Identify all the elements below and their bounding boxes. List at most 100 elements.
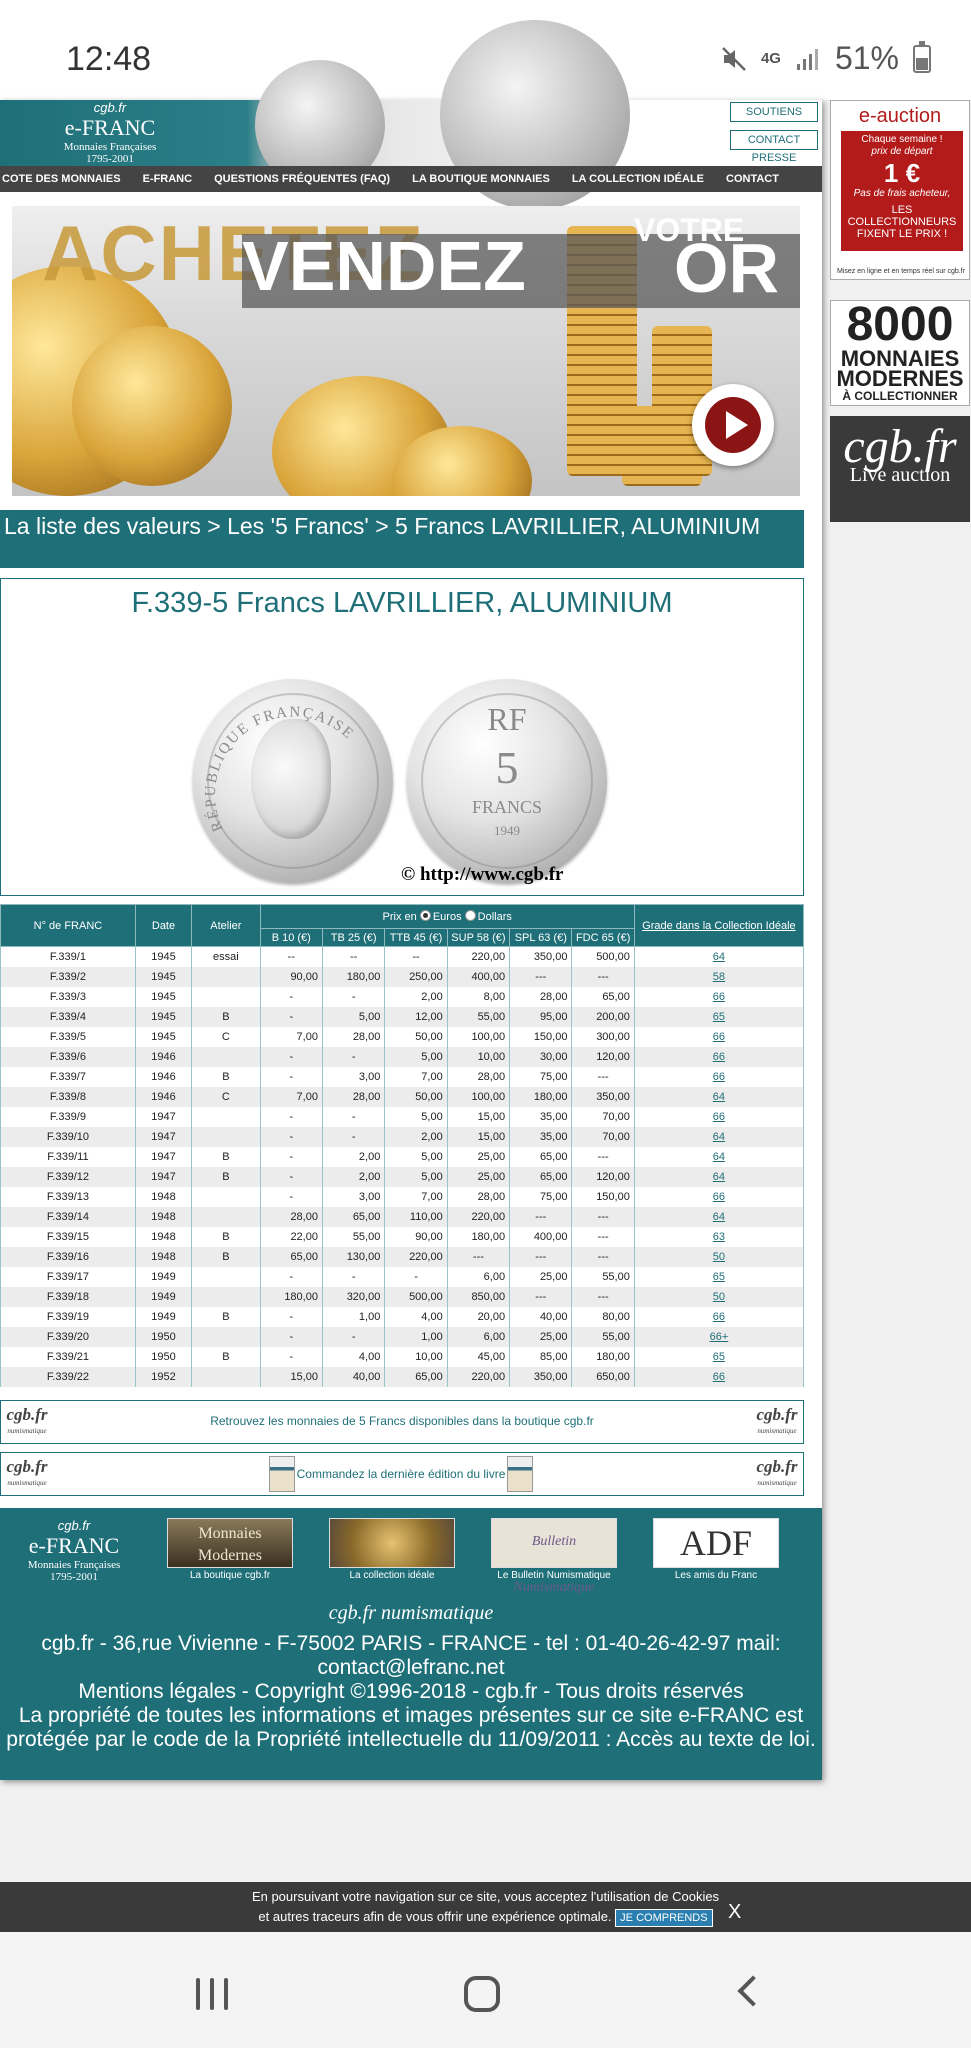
cell-price: 180,00 xyxy=(509,1086,573,1107)
dollars-label[interactable]: Dollars xyxy=(478,911,512,923)
cell-price: 3,00 xyxy=(321,1186,386,1207)
cell-atelier xyxy=(191,1266,261,1287)
col-grade[interactable]: Grade dans la Collection Idéale xyxy=(633,904,805,947)
cell-price: 5,00 xyxy=(321,1006,386,1027)
cell-atelier: B xyxy=(191,1166,261,1187)
grade-link[interactable]: 65 xyxy=(713,1011,725,1023)
footer-logo[interactable]: cgb.fr e-FRANC Monnaies Françaises 1795-… xyxy=(14,1518,134,1583)
home-icon[interactable] xyxy=(464,1976,500,2012)
grade-link[interactable]: 65 xyxy=(713,1351,725,1363)
grade-link[interactable]: 66+ xyxy=(710,1331,729,1343)
cell-price: --- xyxy=(509,1246,573,1267)
grade-link[interactable]: 66 xyxy=(713,1031,725,1043)
monnaies-modernes-logo: Monnaies Modernes xyxy=(167,1518,293,1568)
grade-link[interactable]: 64 xyxy=(713,1151,725,1163)
reverse-value: 5 xyxy=(495,742,519,793)
cell-price: 220,00 xyxy=(446,1206,511,1227)
cell-atelier: C xyxy=(191,1026,261,1047)
cell-date: 1945 xyxy=(134,946,193,967)
table-row: F.339/3 1945- -2,00 8,00 28,00 65,00 66 xyxy=(0,986,805,1007)
dollars-radio[interactable] xyxy=(464,910,476,921)
monnaies-modernes-ad[interactable]: 8000 MONNAIES MODERNES À COLLECTIONNER xyxy=(830,300,970,406)
cell-atelier xyxy=(191,1366,261,1387)
footer-copyright[interactable]: Mentions légales - Copyright ©1996-2018 … xyxy=(0,1680,822,1704)
cookie-accept-button[interactable]: JE COMPRENDS xyxy=(615,1909,713,1927)
cell-grade: 64 xyxy=(633,1166,805,1187)
footer-amis[interactable]: ADF Les amis du Franc xyxy=(653,1518,779,1581)
live-auction-ad[interactable]: cgb.fr Live auction xyxy=(830,416,970,522)
grade-link[interactable]: 64 xyxy=(713,1171,725,1183)
footer-boutique[interactable]: Monnaies Modernes La boutique cgb.fr xyxy=(167,1518,293,1581)
grade-link[interactable]: 64 xyxy=(713,951,725,963)
cell-price: 350,00 xyxy=(509,1366,573,1387)
cgb-logo: cgb.fr numismatique xyxy=(756,1457,798,1487)
nav-boutique-monnaies[interactable]: LA BOUTIQUE MONNAIES xyxy=(412,173,550,185)
cell-price: 25,00 xyxy=(446,1146,511,1167)
nav-cote-des-monnaies[interactable]: COTE DES MONNAIES xyxy=(2,173,121,185)
web-page: cgb.fr e-FRANC Monnaies Françaises 1795-… xyxy=(0,20,822,1780)
boutique-info-box[interactable]: cgb.fr numismatique Retrouvez les monnaie… xyxy=(0,1400,804,1444)
grade-link[interactable]: 50 xyxy=(713,1251,725,1263)
grade-link[interactable]: 64 xyxy=(713,1211,725,1223)
grade-link[interactable]: 66 xyxy=(713,1191,725,1203)
livre-info-box[interactable]: cgb.fr numismatique Commandez la dernière… xyxy=(0,1452,804,1496)
livre-link[interactable]: Commandez la dernière édition du livre xyxy=(297,1467,506,1481)
eauction-title: e-auction xyxy=(858,105,942,127)
boutique-link[interactable]: Retrouvez les monnaies de 5 Francs dispo… xyxy=(1,1414,803,1428)
footer-legal[interactable]: La propriété de toutes les informations … xyxy=(0,1704,822,1752)
cell-price: -- xyxy=(384,946,448,967)
eauction-ad[interactable]: e-auction Chaque semaine ! prix de dépar… xyxy=(830,100,970,280)
grade-link[interactable]: 50 xyxy=(713,1291,725,1303)
table-row: F.339/17 1949- - -6,00 25,00 55,00 65 xyxy=(0,1266,805,1287)
coin-reverse-image[interactable]: RF 5 FRANCS 1949 xyxy=(407,679,607,883)
grade-link[interactable]: 65 xyxy=(713,1271,725,1283)
cell-price: 5,00 xyxy=(384,1146,448,1167)
grade-link[interactable]: 58 xyxy=(713,971,725,983)
euros-radio[interactable] xyxy=(419,910,431,921)
footer-contact[interactable]: cgb.fr - 36,rue Vivienne - F-75002 PARIS… xyxy=(0,1632,822,1680)
cell-price: - xyxy=(259,1126,323,1147)
cookie-close-button[interactable]: X xyxy=(728,1902,741,1922)
eauction-price: 1 € xyxy=(883,158,921,188)
cell-atelier: B xyxy=(191,1346,261,1367)
coin-obverse-image[interactable]: RÉPUBLIQUE FRANÇAISE xyxy=(193,679,393,883)
grade-link[interactable]: 66 xyxy=(713,1071,725,1083)
nav-contact[interactable]: CONTACT xyxy=(726,173,779,185)
cell-price: 4,00 xyxy=(384,1306,448,1327)
nav-collection-ideale[interactable]: LA COLLECTION IDÉALE xyxy=(572,173,704,185)
back-icon[interactable] xyxy=(737,1975,769,2007)
cell-date: 1948 xyxy=(134,1226,193,1247)
nav-faq[interactable]: QUESTIONS FRÉQUENTES (FAQ) xyxy=(214,173,390,185)
col-num: N° de FRANC xyxy=(0,904,136,947)
grade-link[interactable]: 66 xyxy=(713,991,725,1003)
grade-link[interactable]: 63 xyxy=(713,1231,725,1243)
recent-apps-icon[interactable] xyxy=(196,1978,230,2010)
table-row: F.339/14 1948 28,00 65,00 110,00 220,00 --- ---… xyxy=(0,1206,805,1227)
grade-link[interactable]: 64 xyxy=(713,1091,725,1103)
breadcrumb[interactable]: La liste des valeurs > Les '5 Francs' > … xyxy=(0,510,804,568)
cell-num: F.339/4 xyxy=(0,1006,136,1027)
logo-years: 1795-2001 xyxy=(86,153,134,165)
cell-price: 25,00 xyxy=(509,1266,573,1287)
grade-link[interactable]: 64 xyxy=(713,1131,725,1143)
grade-header-link[interactable]: Grade dans la Collection Idéale xyxy=(642,920,795,932)
grade-link[interactable]: 66 xyxy=(713,1371,725,1383)
footer-item-label: Les amis du Franc xyxy=(674,1570,758,1581)
grade-link[interactable]: 66 xyxy=(713,1051,725,1063)
bulletin-logo: Bulletin Numismatique xyxy=(491,1518,617,1595)
grade-link[interactable]: 66 xyxy=(713,1111,725,1123)
site-logo[interactable]: cgb.fr e-FRANC Monnaies Françaises 1795-… xyxy=(40,100,180,166)
contact-presse-button[interactable]: CONTACT PRESSE xyxy=(730,130,818,164)
cell-price: 3,00 xyxy=(321,1066,386,1087)
cell-grade: 66 xyxy=(633,1366,805,1387)
play-video-icon[interactable] xyxy=(692,384,774,466)
grade-link[interactable]: 66 xyxy=(713,1311,725,1323)
footer-collection[interactable]: La collection idéale xyxy=(329,1518,455,1581)
footer-bulletin[interactable]: Bulletin Numismatique Le Bulletin Numism… xyxy=(491,1518,617,1595)
euros-label[interactable]: Euros xyxy=(433,911,462,923)
cell-num: F.339/21 xyxy=(0,1346,136,1367)
gold-banner[interactable]: ACHETEZ VENDEZ VOTRE OR xyxy=(12,206,800,496)
soutiens-button[interactable]: SOUTIENS xyxy=(730,102,818,122)
nav-e-franc[interactable]: E-FRANC xyxy=(143,173,193,185)
cell-price: 6,00 xyxy=(446,1326,511,1347)
